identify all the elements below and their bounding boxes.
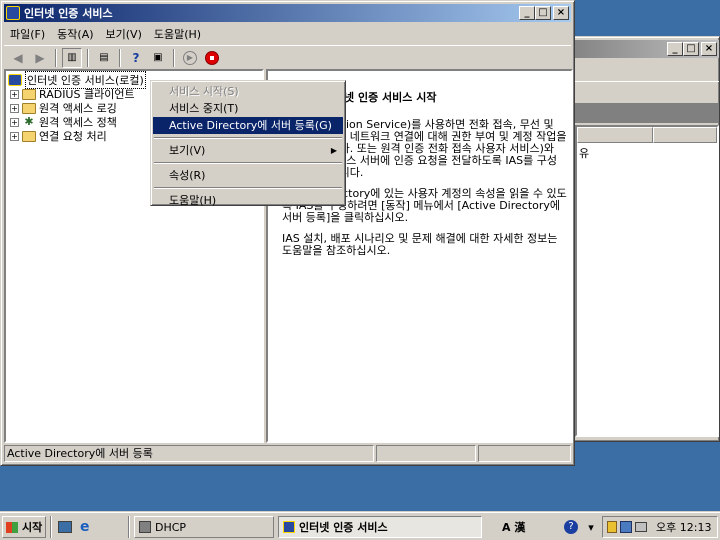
ime-text: A 漢: [502, 521, 526, 534]
dhcp-icon: [139, 521, 151, 533]
menu-separator: [154, 187, 342, 189]
taskbar-separator: [128, 516, 130, 538]
clock[interactable]: 오후 12:13: [656, 519, 711, 535]
toolbar-separator: [173, 48, 175, 67]
policy-icon: ✱: [24, 115, 34, 128]
status-cell: [376, 445, 476, 462]
keyboard-icon[interactable]: [635, 522, 647, 532]
tree-item-label: 연결 요청 처리: [39, 130, 107, 143]
close-icon[interactable]: ×: [701, 42, 717, 56]
tree-item-remote-access-policies[interactable]: + ✱ 원격 액세스 정책: [10, 115, 117, 129]
shield-icon[interactable]: [607, 521, 617, 533]
background-window-menubar: [564, 60, 719, 79]
maximize-icon[interactable]: □: [535, 6, 551, 20]
app-icon: [6, 6, 20, 20]
tree-item-radius-clients[interactable]: + RADIUS 클라이언트: [10, 87, 135, 101]
start-service-icon[interactable]: ▶: [180, 48, 200, 68]
minimize-icon[interactable]: _: [667, 42, 683, 56]
description-heading: 넷 인증 서비스 시작: [344, 91, 437, 104]
background-window-titlebar[interactable]: _ □ ×: [564, 40, 719, 58]
background-window-toolbar: [564, 81, 719, 105]
ime-help-icon[interactable]: ?: [562, 516, 580, 538]
toolbar-separator: [119, 48, 121, 67]
background-window-header-bar: [575, 103, 719, 123]
maximize-icon[interactable]: □: [683, 42, 699, 56]
menu-action[interactable]: 동작(A): [51, 26, 99, 42]
system-tray: 오후 12:13: [602, 516, 718, 538]
context-menu: 서비스 시작(S) 서비스 중지(T) Active Directory에 서버…: [150, 80, 346, 209]
background-window-list[interactable]: 유: [575, 125, 719, 437]
taskbar-separator: [50, 516, 52, 538]
task-label: 인터넷 인증 서비스: [299, 521, 388, 534]
task-label: DHCP: [155, 520, 187, 534]
ias-window-titlebar[interactable]: 인터넷 인증 서비스 _ □ ×: [4, 4, 571, 22]
list-item-text: 유: [579, 147, 590, 160]
menu-item-register-in-ad[interactable]: Active Directory에 서버 등록(G): [153, 117, 343, 134]
ias-icon: [8, 74, 22, 86]
menu-separator: [154, 137, 342, 139]
menu-separator: [154, 162, 342, 164]
status-cell: [478, 445, 571, 462]
status-bar: Active Directory에 서버 등록: [4, 445, 571, 462]
quicklaunch-ie-icon[interactable]: e: [80, 516, 98, 538]
ime-options-icon[interactable]: ▾: [584, 516, 598, 538]
menu-help[interactable]: 도움말(H): [148, 26, 207, 42]
forward-icon[interactable]: ▶: [30, 48, 50, 68]
status-text: Active Directory에 서버 등록: [4, 445, 374, 462]
toolbar-separator: [87, 48, 89, 67]
taskbar: 시작 e DHCP 인터넷 인증 서비스 A 漢 ? ▾ 오후 12:13: [0, 512, 720, 540]
tree-item-connection-request-processing[interactable]: + 연결 요청 처리: [10, 129, 107, 143]
network-icon[interactable]: [620, 521, 632, 533]
minimize-icon[interactable]: _: [519, 6, 535, 20]
stop-service-icon[interactable]: [202, 48, 222, 68]
ime-indicator[interactable]: A 漢: [498, 516, 546, 538]
close-icon[interactable]: ×: [553, 6, 569, 20]
toolbar: ◀ ▶ ▥ ▤ ? ▣ ▶: [4, 45, 571, 69]
menu-item-start-service[interactable]: 서비스 시작(S): [153, 83, 343, 100]
taskbar-task-ias[interactable]: 인터넷 인증 서비스: [278, 516, 482, 538]
show-hide-console-icon[interactable]: ▣: [148, 48, 168, 68]
expand-icon[interactable]: +: [10, 103, 19, 113]
menu-item-stop-service[interactable]: 서비스 중지(T): [153, 100, 343, 117]
ias-icon: [283, 521, 295, 533]
expand-icon[interactable]: +: [10, 89, 19, 99]
column-header[interactable]: [577, 127, 717, 143]
back-icon[interactable]: ◀: [8, 48, 28, 68]
menu-item-properties[interactable]: 속성(R): [153, 167, 343, 184]
menu-bar: 파일(F) 동작(A) 보기(V) 도움말(H): [4, 24, 571, 43]
show-hide-tree-icon[interactable]: ▥: [62, 47, 82, 68]
window-title: 인터넷 인증 서비스: [24, 7, 113, 20]
menu-item-view[interactable]: 보기(V) ▶: [153, 142, 343, 159]
start-label: 시작: [22, 521, 43, 534]
menu-item-label: 보기(V): [169, 144, 206, 157]
tree-item-remote-access-logging[interactable]: + 원격 액세스 로깅: [10, 101, 117, 115]
background-window[interactable]: _ □ × 유: [560, 36, 720, 442]
expand-icon[interactable]: +: [10, 131, 19, 141]
menu-item-help[interactable]: 도움말(H): [153, 192, 343, 209]
folder-icon: [22, 88, 36, 100]
help-icon[interactable]: ?: [126, 48, 146, 68]
toolbar-separator: [55, 48, 57, 67]
folder-icon: [22, 130, 36, 142]
ias-window[interactable]: 인터넷 인증 서비스 _ □ × 파일(F) 동작(A) 보기(V) 도움말(H…: [0, 0, 575, 466]
quicklaunch-desktop-icon[interactable]: [58, 516, 76, 538]
expand-icon[interactable]: +: [10, 117, 19, 127]
tree-item-root[interactable]: 인터넷 인증 서비스(로컬): [8, 71, 146, 89]
windows-logo-icon: [6, 521, 18, 533]
folder-icon: [22, 102, 36, 114]
menu-file[interactable]: 파일(F): [4, 26, 51, 42]
menu-view[interactable]: 보기(V): [100, 26, 148, 42]
start-button[interactable]: 시작: [2, 516, 46, 538]
taskbar-task-dhcp[interactable]: DHCP: [134, 516, 274, 538]
submenu-arrow-icon: ▶: [330, 146, 337, 155]
description-paragraph: IAS 설치, 배포 시나리오 및 문제 해결에 대한 자세한 정보는 도움말을…: [282, 232, 558, 257]
properties-icon[interactable]: ▤: [94, 48, 114, 68]
